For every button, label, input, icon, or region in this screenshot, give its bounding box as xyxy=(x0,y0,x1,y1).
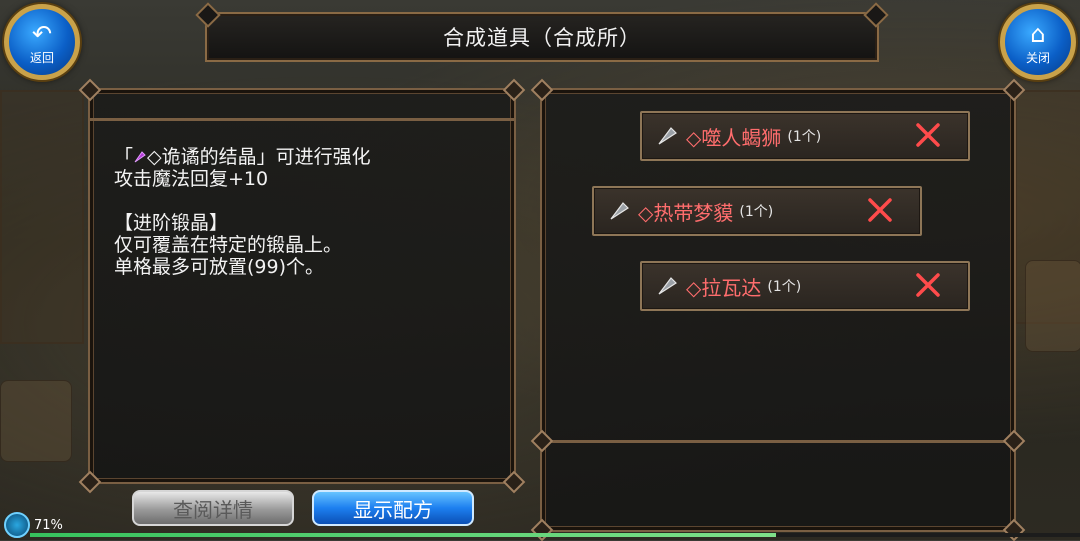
show-recipe-label: 显示配方 xyxy=(353,497,433,522)
material-quantity: (1个) xyxy=(767,279,802,295)
view-details-label: 查阅详情 xyxy=(173,497,253,522)
remove-material-button[interactable] xyxy=(914,121,942,149)
material-row[interactable]: ◇拉瓦达 (1个) xyxy=(640,261,970,311)
corner-ornament xyxy=(1002,429,1026,453)
corner-ornament xyxy=(502,470,526,494)
desc-item-text: ◇诡谲的结晶」可进行强化 xyxy=(147,146,371,168)
material-row[interactable]: ◇噬人蝎狮 (1个) xyxy=(640,111,970,161)
material-row[interactable]: ◇热带梦貘 (1个) xyxy=(592,186,922,236)
material-quantity: (1个) xyxy=(739,204,774,220)
grey-crystal-icon xyxy=(658,277,677,295)
purple-crystal-icon xyxy=(134,151,146,163)
back-button[interactable]: ↶ 返回 xyxy=(4,4,80,80)
desc-bracket: 「 xyxy=(114,146,134,168)
item-info-panel: 「 ◇诡谲的结晶」可进行强化 攻击魔法回复+10 【进阶锻晶】 仅可覆盖在特定的锻… xyxy=(78,78,526,494)
panel-divider xyxy=(90,118,514,121)
material-name: ◇热带梦貘 xyxy=(638,200,734,225)
title-bar: 合成道具（合成所） xyxy=(205,12,879,62)
corner-ornament xyxy=(530,78,554,102)
panel-divider xyxy=(542,440,1014,443)
material-name: ◇拉瓦达 xyxy=(686,275,762,300)
remove-material-button[interactable] xyxy=(866,196,894,224)
desc-effect: 攻击魔法回复+10 xyxy=(114,168,269,190)
item-description: 「 ◇诡谲的结晶」可进行强化 攻击魔法回复+10 【进阶锻晶】 仅可覆盖在特定的锻… xyxy=(114,146,494,278)
corner-ornament xyxy=(78,470,102,494)
home-icon: ⌂ xyxy=(1030,20,1046,48)
corner-ornament xyxy=(530,518,554,541)
material-quantity: (1个) xyxy=(787,129,822,145)
progress-bar xyxy=(30,533,1080,537)
close-button[interactable]: ⌂ 关闭 xyxy=(1000,4,1076,80)
back-button-label: 返回 xyxy=(29,51,54,65)
grey-crystal-icon xyxy=(610,202,629,220)
desc-category: 【进阶锻晶】 xyxy=(114,212,229,234)
grey-crystal-icon xyxy=(658,127,677,145)
battery-icon xyxy=(4,512,30,538)
progress-fill xyxy=(30,533,776,537)
desc-rule-1: 仅可覆盖在特定的锻晶上。 xyxy=(114,234,343,256)
close-button-label: 关闭 xyxy=(1025,51,1050,65)
corner-ornament xyxy=(530,429,554,453)
window-title: 合成道具（合成所） xyxy=(443,26,641,50)
corner-ornament xyxy=(502,78,526,102)
show-recipe-button[interactable]: 显示配方 xyxy=(312,490,474,526)
view-details-button[interactable]: 查阅详情 xyxy=(132,490,294,526)
remove-material-button[interactable] xyxy=(914,271,942,299)
material-name: ◇噬人蝎狮 xyxy=(686,125,782,150)
desc-rule-2: 单格最多可放置(99)个。 xyxy=(114,256,325,278)
corner-ornament xyxy=(1002,518,1026,541)
back-arrow-icon: ↶ xyxy=(31,20,53,48)
battery-percent: 71% xyxy=(34,517,63,533)
